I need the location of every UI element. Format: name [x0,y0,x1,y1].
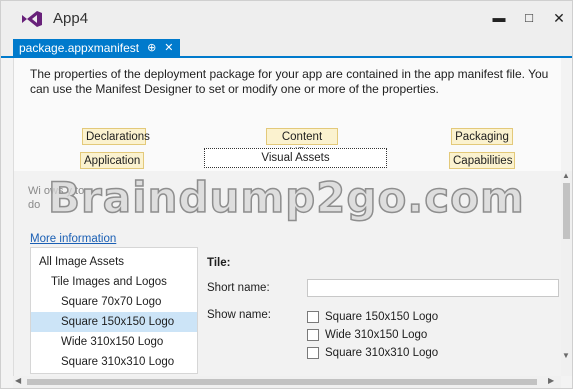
pin-icon[interactable]: ⊕ [147,41,156,54]
wide-310x150-option-label: Wide 310x150 Logo [325,329,428,341]
horizontal-scrollbar-thumb[interactable] [27,379,537,385]
scroll-up-icon[interactable]: ▲ [562,171,570,180]
asset-item-all-image-assets[interactable]: All Image Assets [39,252,124,272]
scroll-left-icon[interactable]: ◀ [15,376,21,385]
show-name-square-310x310-option[interactable]: Square 310x310 Logo [307,345,438,361]
watermark: Braindump2go.com [47,172,525,223]
title-bar: App4 ▬ □ ✕ [1,1,572,37]
tab-application[interactable]: Application [80,152,144,169]
visual-studio-logo-icon [22,11,42,27]
asset-item-square-70x70-logo[interactable]: Square 70x70 Logo [61,292,161,312]
show-name-square-150x150-option[interactable]: Square 150x150 Logo [307,309,438,325]
wide-310x150-checkbox[interactable] [307,329,319,341]
asset-item-square-150x150-logo[interactable]: Square 150x150 Logo [31,312,197,332]
maximize-button[interactable]: □ [517,7,541,29]
asset-item-wide-310x150-logo[interactable]: Wide 310x150 Logo [61,332,163,352]
square-310x310-option-label: Square 310x310 Logo [325,347,439,359]
more-information-link[interactable]: More information [30,233,116,245]
square-310x310-checkbox[interactable] [307,347,319,359]
manifest-designer: The properties of the deployment package… [13,58,561,376]
tab-capabilities[interactable]: Capabilities [449,152,515,169]
square-150x150-checkbox[interactable] [307,311,319,323]
scroll-down-icon[interactable]: ▼ [562,351,570,360]
app-window: App4 ▬ □ ✕ package.appxmanifest ⊕ ✕ The … [0,0,573,389]
tab-package-appxmanifest[interactable]: package.appxmanifest ⊕ ✕ [13,39,180,58]
minimize-button[interactable]: ▬ [487,7,511,29]
show-name-label: Show name: [207,309,271,321]
show-name-wide-310x150-option[interactable]: Wide 310x150 Logo [307,327,427,343]
tile-heading: Tile: [207,257,231,269]
square-150x150-option-label: Square 150x150 Logo [325,311,439,323]
manifest-description: The properties of the deployment package… [30,67,549,96]
tab-visual-assets[interactable]: Visual Assets [204,148,387,168]
short-name-input[interactable] [307,279,559,297]
close-icon[interactable]: ✕ [164,41,173,54]
tab-label: package.appxmanifest [19,41,140,55]
asset-item-square-310x310-logo[interactable]: Square 310x310 Logo [61,352,174,372]
tab-declarations[interactable]: Declarations [82,128,150,145]
short-name-label: Short name: [207,282,270,294]
asset-list: All Image Assets Tile Images and Logos S… [30,247,198,374]
horizontal-scrollbar[interactable]: ◀ ▶ [13,376,561,388]
asset-item-tile-images-and-logos[interactable]: Tile Images and Logos [51,272,167,292]
tab-packaging[interactable]: Packaging [451,128,513,145]
tab-content-uris[interactable]: Content URIs [266,128,338,159]
scroll-right-icon[interactable]: ▶ [548,376,554,385]
document-tab-strip: package.appxmanifest ⊕ ✕ [1,37,572,58]
window-close-button[interactable]: ✕ [547,7,571,29]
window-title: App4 [53,10,89,27]
vertical-scrollbar-thumb[interactable] [563,183,570,239]
vertical-scrollbar[interactable]: ▲ ▼ [561,171,572,376]
